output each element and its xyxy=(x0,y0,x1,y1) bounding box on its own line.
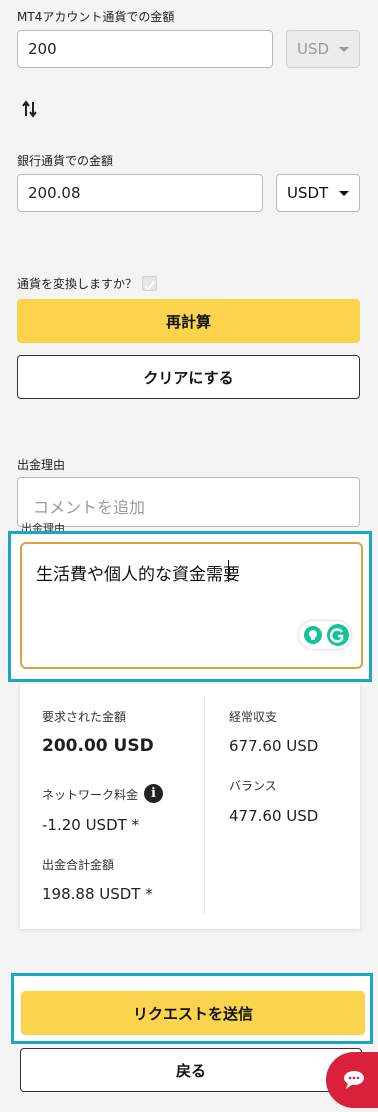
balance-label: バランス xyxy=(229,779,277,793)
total-withdrawal-value: 198.88 USDT * xyxy=(42,885,153,903)
check-icon xyxy=(144,281,155,291)
recurring-balance-value: 677.60 USD xyxy=(229,737,319,755)
bank-currency-value: USDT xyxy=(287,184,329,202)
bank-amount-label: 銀行通貨での金額 xyxy=(17,154,114,168)
bank-amount-input[interactable]: 200.08 xyxy=(17,174,263,212)
withdrawal-reason-placeholder[interactable]: コメントを追加 xyxy=(17,477,360,527)
reason-highlight-frame: 生活費や個人的な資金需要 xyxy=(8,531,372,682)
bank-currency-select[interactable]: USDT xyxy=(276,174,360,212)
chevron-down-icon xyxy=(339,46,349,52)
chevron-down-icon xyxy=(339,190,349,196)
withdrawal-reason-text: 生活費や個人的な資金需要 xyxy=(36,565,240,585)
convert-checkbox[interactable] xyxy=(142,276,157,291)
mt4-amount-input[interactable]: 200 xyxy=(17,30,273,68)
grammarly-widget[interactable] xyxy=(299,621,351,649)
total-withdrawal-label: 出金合計金額 xyxy=(42,858,115,872)
submit-highlight-frame: リクエストを送信 xyxy=(11,973,373,1044)
mt4-amount-label: MT4アカウント通貨での金額 xyxy=(17,10,175,24)
balance-value: 477.60 USD xyxy=(229,807,319,825)
chat-icon[interactable] xyxy=(326,1052,378,1108)
network-fee-value: -1.20 USDT * xyxy=(42,816,140,834)
submit-request-button[interactable]: リクエストを送信 xyxy=(21,991,365,1035)
summary-card: 要求された金額 200.00 USD ネットワーク料金 i -1.20 USDT… xyxy=(20,684,360,929)
withdrawal-reason-textarea[interactable]: 生活費や個人的な資金需要 xyxy=(20,542,363,669)
mt4-currency-select[interactable]: USD xyxy=(286,30,360,68)
text-cursor xyxy=(228,560,229,582)
grammarly-icon xyxy=(327,624,349,646)
requested-amount-value: 200.00 USD xyxy=(42,736,154,756)
withdrawal-reason-label: 出金理由 xyxy=(17,458,66,472)
recurring-balance-label: 経常収支 xyxy=(229,710,278,724)
column-divider xyxy=(204,696,205,914)
recalculate-button[interactable]: 再計算 xyxy=(17,299,360,343)
swap-arrows-icon[interactable] xyxy=(21,99,39,119)
convert-label: 通貨を変換しますか？ xyxy=(17,277,138,291)
requested-amount-label: 要求された金額 xyxy=(42,710,127,724)
lightbulb-icon xyxy=(304,626,322,644)
clear-button[interactable]: クリアにする xyxy=(17,355,360,399)
back-button[interactable]: 戻る xyxy=(20,1048,362,1092)
mt4-currency-value: USD xyxy=(297,40,330,58)
network-fee-label: ネットワーク料金 xyxy=(42,788,139,802)
info-icon[interactable]: i xyxy=(144,784,163,803)
